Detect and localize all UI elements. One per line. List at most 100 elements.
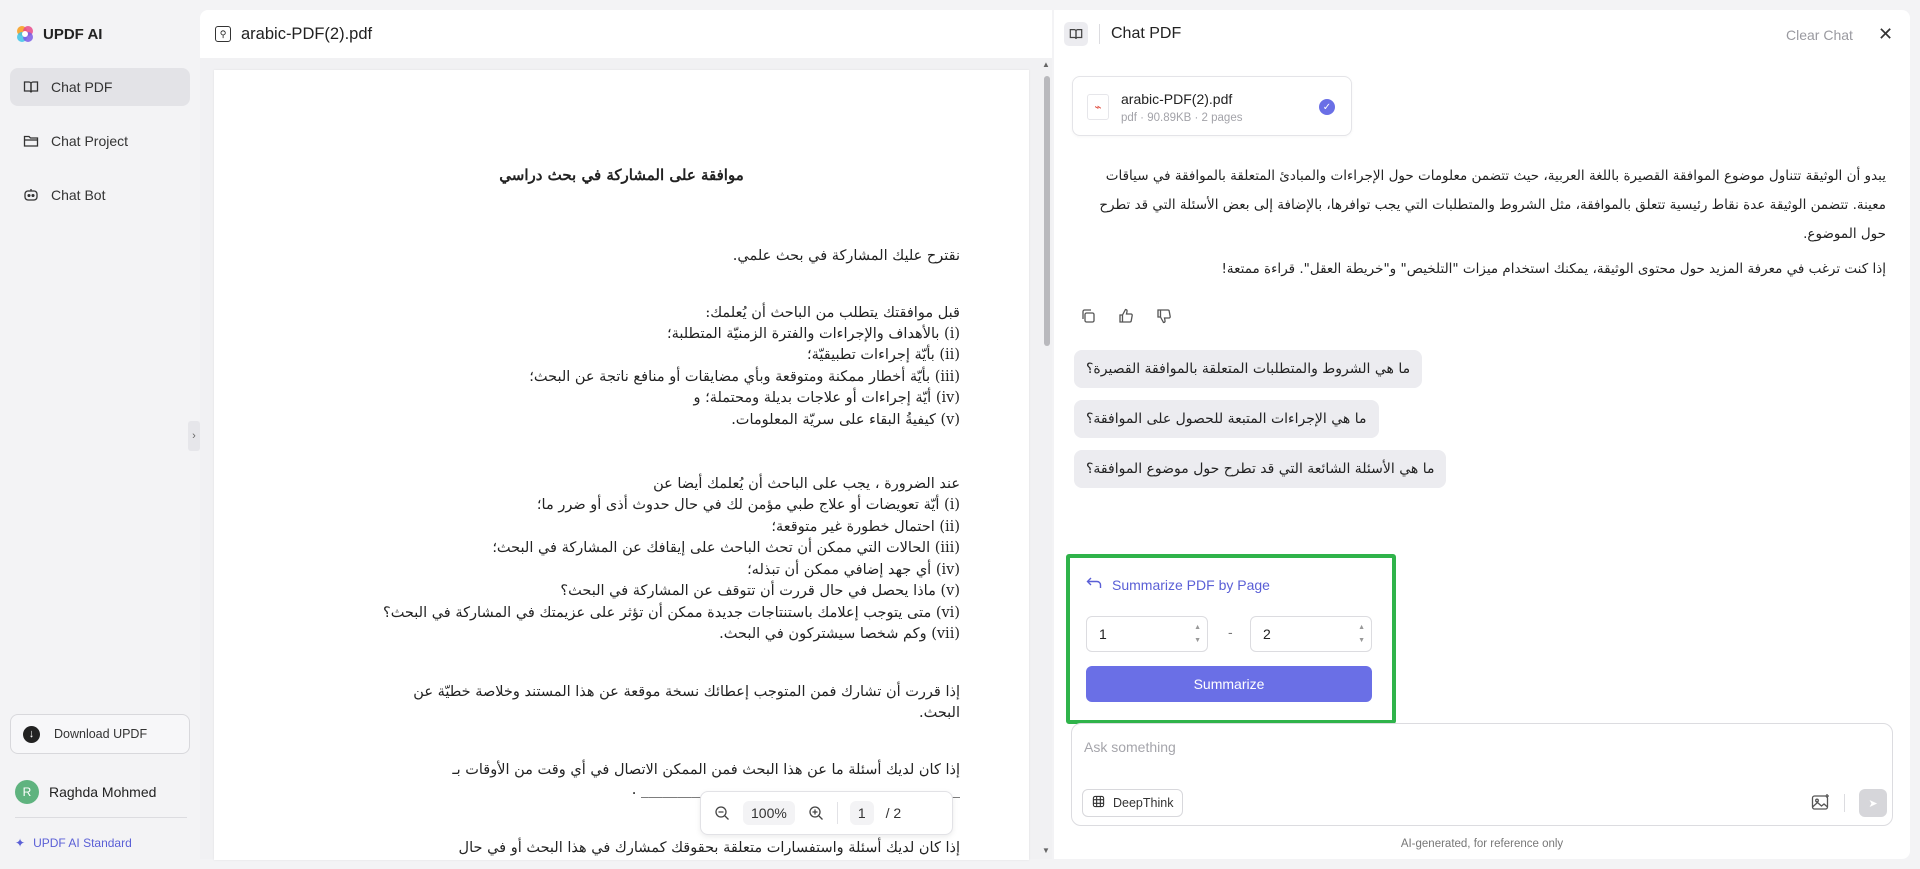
ask-input[interactable] [1084,736,1874,758]
sidebar-nav: Chat PDF Chat Project Chat Bot [10,68,190,230]
document-line: (i) أيّة تعويضات أو علاج طبي مؤمن لك في … [536,497,960,513]
suggestion-chip[interactable]: ما هي الإجراءات المتبعة للحصول على الموا… [1074,400,1379,438]
document-line: (iv) أيّة إجراءات أو علاجات بديلة ومحتمل… [693,390,961,406]
brand[interactable]: UPDF AI [15,24,102,44]
deepthink-label: DeepThink [1113,796,1174,810]
sidebar-item-label: Chat Project [51,133,129,149]
to-page-value: 2 [1263,626,1271,642]
sidebar: UPDF AI Chat PDF Chat Project Chat Bot ↓… [0,0,200,869]
plan-link[interactable]: ✦ UPDF AI Standard [15,836,132,850]
document-line: (iii) الحالات التي ممكن أن تحث الباحث عل… [492,540,960,556]
pdf-page[interactable]: موافقة على المشاركة في بحث دراسي نقترح ع… [214,70,1029,860]
user-name: Raghda Mohmed [49,784,157,800]
file-name: arabic-PDF(2).pdf [1121,91,1233,107]
document-line: (ii) احتمال خطورة غير متوقعة؛ [771,519,960,535]
return-arrow-icon [1086,576,1102,593]
document-line: (vii) وكم شخصا سيشتركون في البحث. [719,626,960,642]
close-icon[interactable]: ✕ [1878,24,1893,45]
range-dash: - [1228,624,1233,640]
from-page-value: 1 [1099,626,1107,642]
book-toggle-icon[interactable] [1064,22,1088,46]
image-upload-icon[interactable] [1810,791,1832,813]
zoom-in-icon[interactable] [807,804,825,822]
pdf-file-icon: ⚲ [215,26,231,42]
copy-icon[interactable] [1080,308,1096,324]
document-line: (iii) بأيّة أخطار ممكنة ومتوقعة وبأي مضا… [529,369,960,385]
sidebar-item-label: Chat Bot [51,187,106,203]
toolbar-divider [836,802,838,824]
document-line: نقترح عليك المشاركة في بحث علمي. [732,248,960,264]
book-open-icon [23,79,39,95]
stepper-icon[interactable]: ▲ ▼ [1358,621,1365,647]
from-page-input[interactable]: 1 ▲ ▼ [1086,616,1208,652]
header-divider [1099,24,1100,44]
ask-divider [1844,794,1845,812]
scroll-up-icon[interactable]: ▲ [1042,60,1050,69]
pdf-file-icon: ⌁ [1087,94,1109,120]
check-icon: ✓ [1319,99,1335,115]
scroll-down-icon[interactable]: ▼ [1042,846,1050,855]
ai-answer: يبدو أن الوثيقة تتناول موضوع الموافقة ال… [1071,162,1886,290]
document-line: (iv) أي جهد إضافي ممكن أن تبذله؛ [747,562,960,578]
clear-chat-button[interactable]: Clear Chat [1786,27,1853,43]
summarize-title[interactable]: Summarize PDF by Page [1086,576,1270,593]
suggestion-chip[interactable]: ما هي الشروط والمتطلبات المتعلقة بالمواف… [1074,350,1423,388]
viewer-body[interactable]: موافقة على المشاركة في بحث دراسي نقترح ع… [200,58,1052,860]
thumbs-up-icon[interactable] [1118,308,1134,324]
viewer-filename: arabic-PDF(2).pdf [241,24,373,43]
user-profile[interactable]: R Raghda Mohmed [15,780,156,804]
suggestion-chip[interactable]: ما هي الأسئلة الشائعة التي قد تطرح حول م… [1074,450,1447,488]
stepper-icon[interactable]: ▲ ▼ [1194,621,1201,647]
document-line: (v) ماذا يحصل في حال قررت أن تتوقف عن ال… [560,583,960,599]
brand-name: UPDF AI [43,25,103,43]
document-line: عند الضرورة ، يجب على الباحث أن يُعلمك أ… [653,476,960,492]
scrollbar-thumb[interactable] [1044,76,1050,346]
sidebar-item-chat-project[interactable]: Chat Project [10,122,190,160]
document-line: إذا قررت أن تشارك فمن المتوجب إعطائك نسخ… [413,684,960,700]
collapse-chevron-icon[interactable]: › [188,421,200,451]
document-line: (v) كيفيةُ البقاء على سريّة المعلومات. [731,412,960,428]
bot-icon [23,187,39,203]
zoom-out-icon[interactable] [713,804,731,822]
answer-paragraph: يبدو أن الوثيقة تتناول موضوع الموافقة ال… [1099,168,1886,242]
answer-actions [1080,308,1172,324]
page-total: / 2 [885,805,902,821]
answer-paragraph: إذا كنت ترغب في معرفة المزيد حول محتوى ا… [1221,261,1886,277]
page-number-input[interactable]: 1 [849,801,874,825]
summarize-card: Summarize PDF by Page 1 ▲ ▼ - 2 ▲ ▼ Summar… [1066,554,1396,724]
plan-label: UPDF AI Standard [33,836,132,850]
sidebar-item-chat-bot[interactable]: Chat Bot [10,176,190,214]
avatar: R [15,780,39,804]
viewer-header: ⚲ arabic-PDF(2).pdf [200,10,1052,58]
chat-header: Chat PDF Clear Chat ✕ [1054,10,1910,58]
download-updf-button[interactable]: ↓ Download UPDF [10,714,190,754]
document-line: البحث. [918,705,960,721]
download-icon: ↓ [23,725,40,743]
zoom-level[interactable]: 100% [743,801,795,825]
chat-title: Chat PDF [1111,25,1182,42]
document-line: (i) بالأهداف والإجراءات والفترة الزمنيّة… [667,326,960,342]
summarize-title-label: Summarize PDF by Page [1112,576,1270,593]
document-line: إذا كان لديك أسئلة واستفسارات متعلقة بحق… [458,840,960,856]
to-page-input[interactable]: 2 ▲ ▼ [1250,616,1372,652]
chat-panel: Chat PDF Clear Chat ✕ ⌁ arabic-PDF(2).pd… [1054,10,1910,859]
document-line: (ii) بأيّة إجراءات تطبيقيّة؛ [807,347,960,363]
sidebar-item-chat-pdf[interactable]: Chat PDF [10,68,190,106]
deepthink-button[interactable]: DeepThink [1082,789,1184,817]
summarize-card-body: Summarize PDF by Page 1 ▲ ▼ - 2 ▲ ▼ Summar… [1076,564,1386,714]
folder-icon [23,133,39,149]
updf-logo-icon [15,24,35,44]
summarize-button[interactable]: Summarize [1086,666,1372,702]
thumbs-down-icon[interactable] [1156,308,1172,324]
document-line: (vi) متى يتوجب إعلامك باستنتاجات جديدة م… [383,605,960,621]
sidebar-divider [15,817,187,818]
deepthink-icon [1092,795,1105,811]
file-card[interactable]: ⌁ arabic-PDF(2).pdf pdf · 90.89KB · 2 pa… [1072,76,1352,136]
disclaimer: AI-generated, for reference only [1400,838,1564,850]
sidebar-item-label: Chat PDF [51,79,113,95]
send-icon[interactable]: ➤ [1859,789,1887,817]
document-title: موافقة على المشاركة في بحث دراسي [499,166,744,184]
sparkle-icon: ✦ [15,836,26,850]
document-line: إذا كان لديك أسئلة ما عن هذا البحث فمن ا… [452,762,960,778]
file-meta: pdf · 90.89KB · 2 pages [1121,112,1243,124]
